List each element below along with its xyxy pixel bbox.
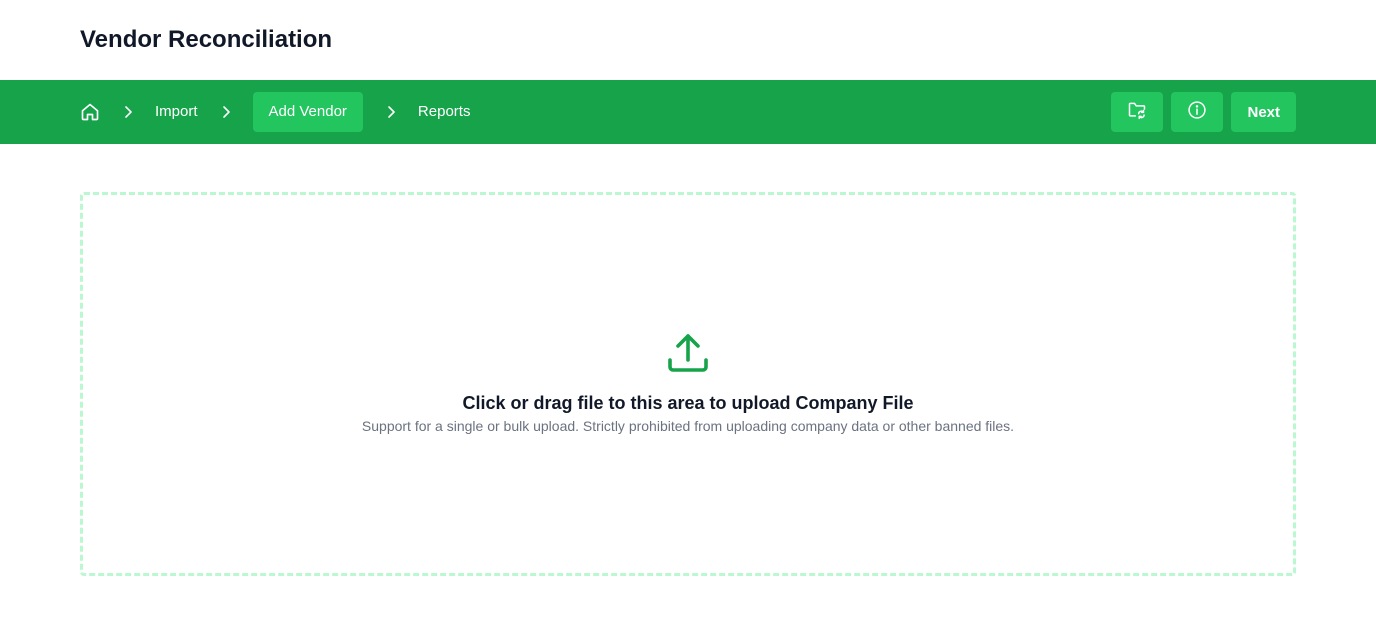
page-title: Vendor Reconciliation [80,26,333,53]
breadcrumb: Import Add Vendor Reports [80,92,470,132]
folder-sync-icon [1127,100,1147,124]
folder-sync-button[interactable] [1111,92,1164,132]
nav-bar: Import Add Vendor Reports Next [0,80,1376,144]
breadcrumb-item-import[interactable]: Import [155,102,198,122]
home-icon[interactable] [80,102,100,122]
upload-icon [666,331,710,375]
chevron-right-icon [120,104,136,120]
upload-hint: Support for a single or bulk upload. Str… [361,417,1015,434]
upload-dropzone[interactable]: Click or drag file to this area to uploa… [80,192,1296,576]
toolbar-actions: Next [1111,92,1296,132]
upload-title: Click or drag file to this area to uploa… [462,392,914,413]
info-button[interactable] [1171,92,1224,132]
info-icon [1187,100,1207,124]
breadcrumb-item-reports[interactable]: Reports [418,102,471,122]
next-button[interactable]: Next [1231,92,1296,132]
chevron-right-icon [383,104,399,120]
app-header: Vendor Reconciliation [0,0,1376,80]
chevron-right-icon [218,104,234,120]
breadcrumb-item-add-vendor[interactable]: Add Vendor [252,92,363,132]
